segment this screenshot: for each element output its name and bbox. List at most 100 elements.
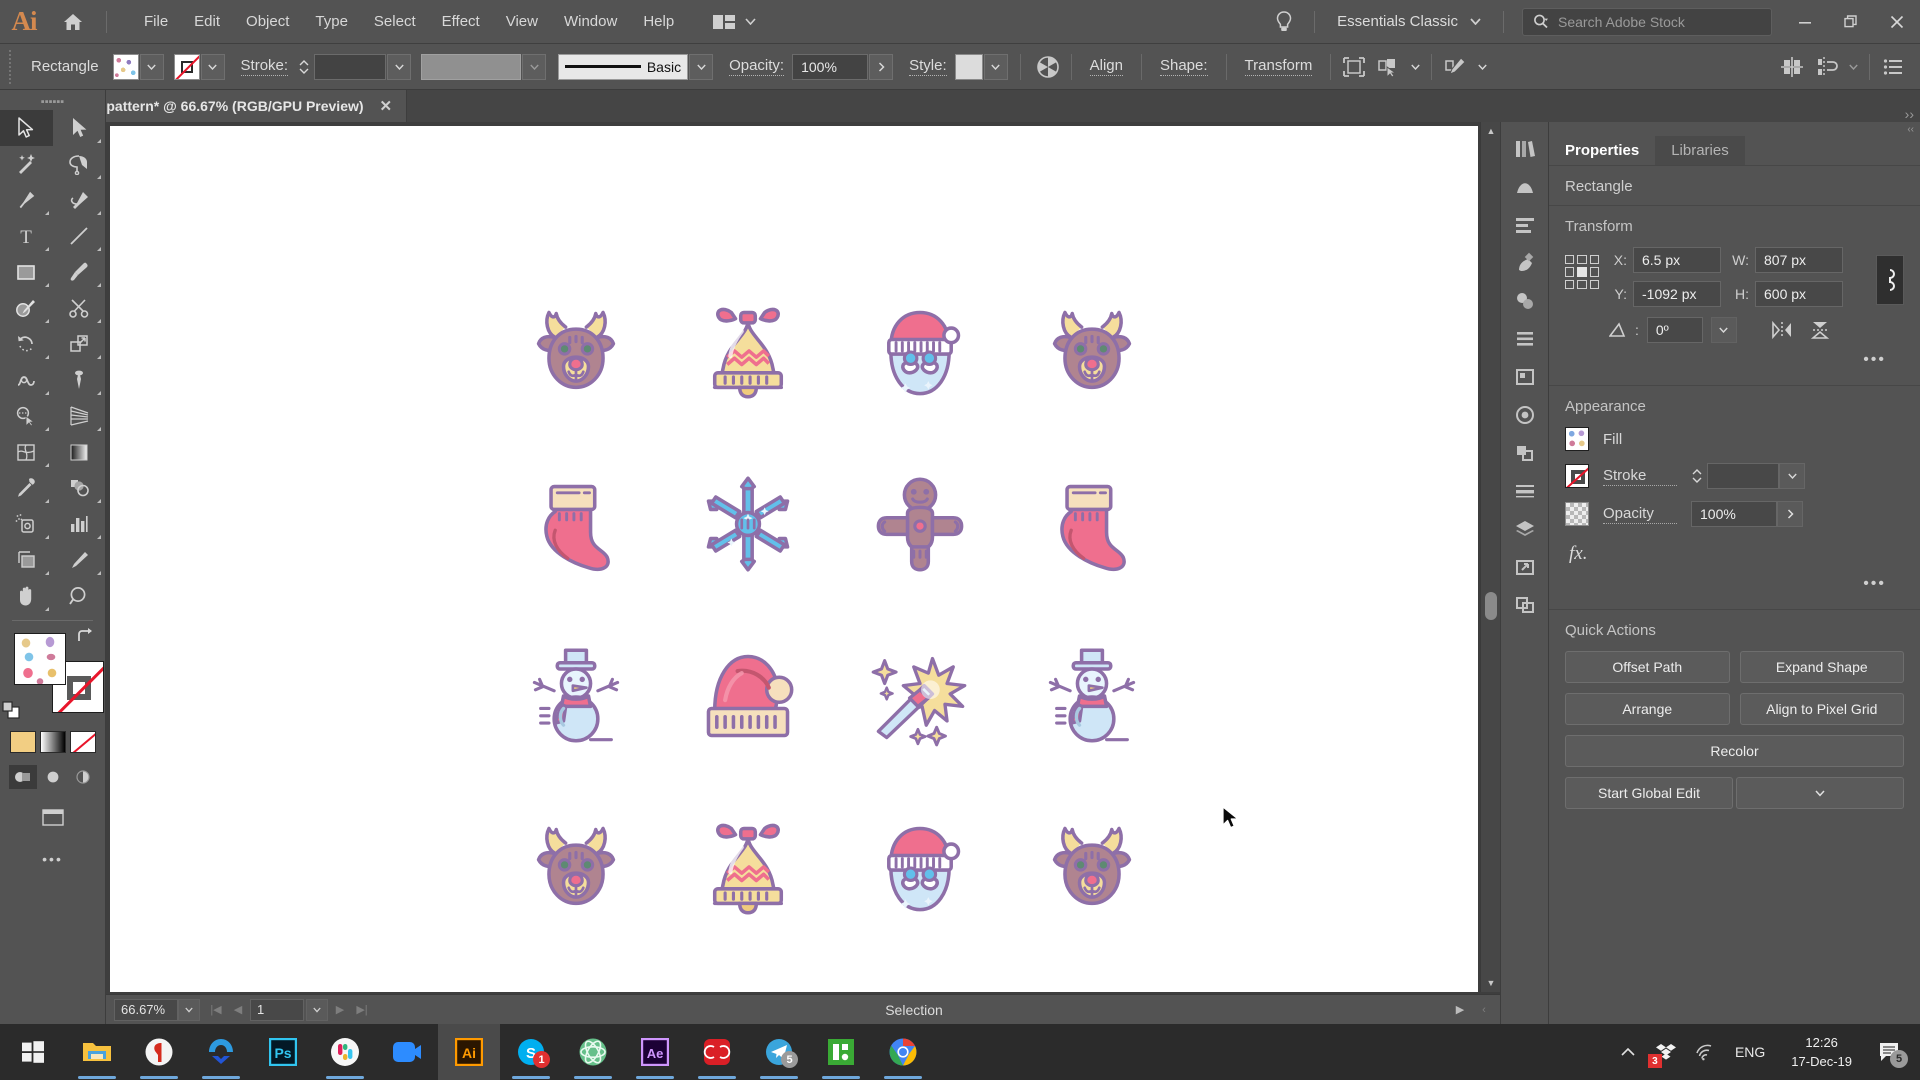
wifi-icon[interactable] <box>1687 1024 1721 1080</box>
symbols-panel-icon[interactable] <box>1501 282 1548 320</box>
symbol-sprayer-tool[interactable] <box>0 506 53 542</box>
vertical-scroll-thumb[interactable] <box>1485 592 1497 620</box>
status-collapse-icon[interactable]: ‹ <box>1474 999 1494 1021</box>
eyedropper-tool[interactable] <box>0 470 53 506</box>
shape-builder-tool[interactable] <box>0 398 53 434</box>
zoom-level-dropdown[interactable] <box>178 998 200 1021</box>
width-tool[interactable] <box>0 362 53 398</box>
menu-object[interactable]: Object <box>233 7 302 36</box>
pattern-fill-swatch[interactable] <box>1565 427 1589 451</box>
cc-libraries-icon[interactable] <box>1501 130 1548 168</box>
opacity-input[interactable]: 100% <box>1691 501 1777 527</box>
stroke-weight-stepper[interactable] <box>1691 468 1707 484</box>
appearance-more-options[interactable]: ••• <box>1565 567 1904 603</box>
stroke-weight-input[interactable] <box>1707 463 1779 489</box>
menu-select[interactable]: Select <box>361 7 429 36</box>
edit-toolbar-more-icon[interactable]: ••• <box>0 851 105 867</box>
blend-tool[interactable] <box>53 470 106 506</box>
minimize-button[interactable] <box>1782 0 1828 44</box>
start-global-edit-button[interactable]: Start Global Edit <box>1565 777 1733 809</box>
stroke-weight-input[interactable] <box>314 53 387 80</box>
artboard-tool[interactable] <box>0 542 53 578</box>
home-icon[interactable] <box>48 12 98 32</box>
taskbar-illustrator[interactable]: Ai <box>438 1024 500 1080</box>
fx-button[interactable]: fx. <box>1565 539 1904 567</box>
artboard-number-input[interactable]: 1 <box>250 998 304 1021</box>
artboard[interactable] <box>110 126 1478 992</box>
taskbar-slack[interactable] <box>314 1024 376 1080</box>
scale-tool[interactable] <box>53 326 106 362</box>
none-stroke-swatch[interactable] <box>1565 464 1589 488</box>
gradient-tool[interactable] <box>53 434 106 470</box>
windows-start-icon[interactable] <box>0 1024 66 1080</box>
canvas-vertical-scrollbar[interactable]: ▲ ▼ <box>1480 122 1500 992</box>
default-fill-stroke-icon[interactable] <box>2 701 22 721</box>
asset-export-icon[interactable] <box>1501 586 1548 624</box>
perspective-grid-tool[interactable] <box>53 398 106 434</box>
global-edit-options-dropdown[interactable] <box>1736 777 1904 809</box>
menu-view[interactable]: View <box>493 7 551 36</box>
color-mode-button[interactable] <box>9 731 36 753</box>
artboard-dropdown[interactable] <box>306 998 328 1021</box>
stroke-label[interactable]: Stroke <box>1603 467 1677 486</box>
magic-wand-tool[interactable] <box>0 146 53 182</box>
previous-artboard-icon[interactable]: ◀ <box>228 999 248 1021</box>
taskbar-kanban-app[interactable] <box>810 1024 872 1080</box>
clock[interactable]: 12:26 17-Dec-19 <box>1779 1033 1864 1072</box>
select-similar-icon[interactable] <box>1371 50 1405 84</box>
brushes-panel-icon[interactable] <box>1501 244 1548 282</box>
slice-tool[interactable] <box>53 542 106 578</box>
artboards-panel-icon[interactable] <box>1501 358 1548 396</box>
offset-path-button[interactable]: Offset Path <box>1565 651 1730 683</box>
workspace-switcher[interactable]: Essentials Classic <box>1323 13 1495 30</box>
transform-more-options[interactable]: ••• <box>1565 343 1904 379</box>
style-label[interactable]: Style: <box>909 57 947 76</box>
taskbar-zoom[interactable] <box>376 1024 438 1080</box>
taskbar-creative-cloud[interactable] <box>686 1024 748 1080</box>
taskbar-atom-editor[interactable] <box>562 1024 624 1080</box>
search-input[interactable]: Search Adobe Stock <box>1522 7 1772 36</box>
scissors-tool[interactable] <box>53 290 106 326</box>
angle-input[interactable]: 0º <box>1646 317 1703 343</box>
status-text[interactable]: Selection <box>378 1002 1450 1018</box>
dropbox-icon[interactable]: 3 <box>1647 1024 1683 1080</box>
arrange-button[interactable]: Arrange <box>1565 693 1730 725</box>
graphic-style-dropdown[interactable] <box>983 53 1008 80</box>
scroll-down-icon[interactable]: ▼ <box>1481 974 1501 992</box>
snap-dropdown[interactable] <box>1843 50 1863 84</box>
taskbar-telegram[interactable]: 5 <box>748 1024 810 1080</box>
zoom-tool[interactable] <box>53 578 106 614</box>
lightbulb-icon[interactable] <box>1262 10 1306 34</box>
direct-selection-tool[interactable] <box>53 110 106 146</box>
layers-panel-icon[interactable] <box>1501 510 1548 548</box>
taskbar-photoshop[interactable]: Ps <box>252 1024 314 1080</box>
fill-indicator[interactable] <box>14 633 66 685</box>
h-input[interactable]: 600 px <box>1755 281 1843 307</box>
distribute-icon[interactable] <box>1775 50 1809 84</box>
hand-tool[interactable] <box>0 578 53 614</box>
canvas-area[interactable]: ▲ ▼ 66.67% |◀ ◀ 1 ▶ ▶| Selection ▶ ‹ <box>106 122 1500 1024</box>
next-artboard-icon[interactable]: ▶ <box>330 999 350 1021</box>
stroke-panel-icon[interactable] <box>1501 472 1548 510</box>
menu-file[interactable]: File <box>131 7 181 36</box>
control-bar-grip[interactable] <box>3 49 17 84</box>
pen-tool[interactable] <box>0 182 53 218</box>
shape-label[interactable]: Shape: <box>1159 57 1208 76</box>
export-panel-icon[interactable] <box>1501 548 1548 586</box>
language-indicator[interactable]: ENG <box>1725 1044 1775 1060</box>
w-input[interactable]: 807 px <box>1755 247 1843 273</box>
zoom-level-input[interactable]: 66.67% <box>114 998 178 1021</box>
layout-switch-icon[interactable] <box>713 14 756 30</box>
isolate-selection-icon[interactable] <box>1337 50 1371 84</box>
flip-vertical-icon[interactable] <box>1805 317 1835 343</box>
free-transform-tool[interactable] <box>53 362 106 398</box>
rectangle-tool[interactable] <box>0 254 53 290</box>
tab-libraries[interactable]: Libraries <box>1655 136 1745 165</box>
y-input[interactable]: -1092 px <box>1633 281 1721 307</box>
tools-panel-grip[interactable]: ▪▪▪▪▪▪ <box>0 94 105 110</box>
taskbar-skype[interactable]: S 1 <box>500 1024 562 1080</box>
curvature-tool[interactable] <box>53 182 106 218</box>
opacity-label[interactable]: Opacity: <box>729 57 785 76</box>
flip-horizontal-icon[interactable] <box>1767 317 1797 343</box>
align-label[interactable]: Align <box>1089 57 1123 76</box>
